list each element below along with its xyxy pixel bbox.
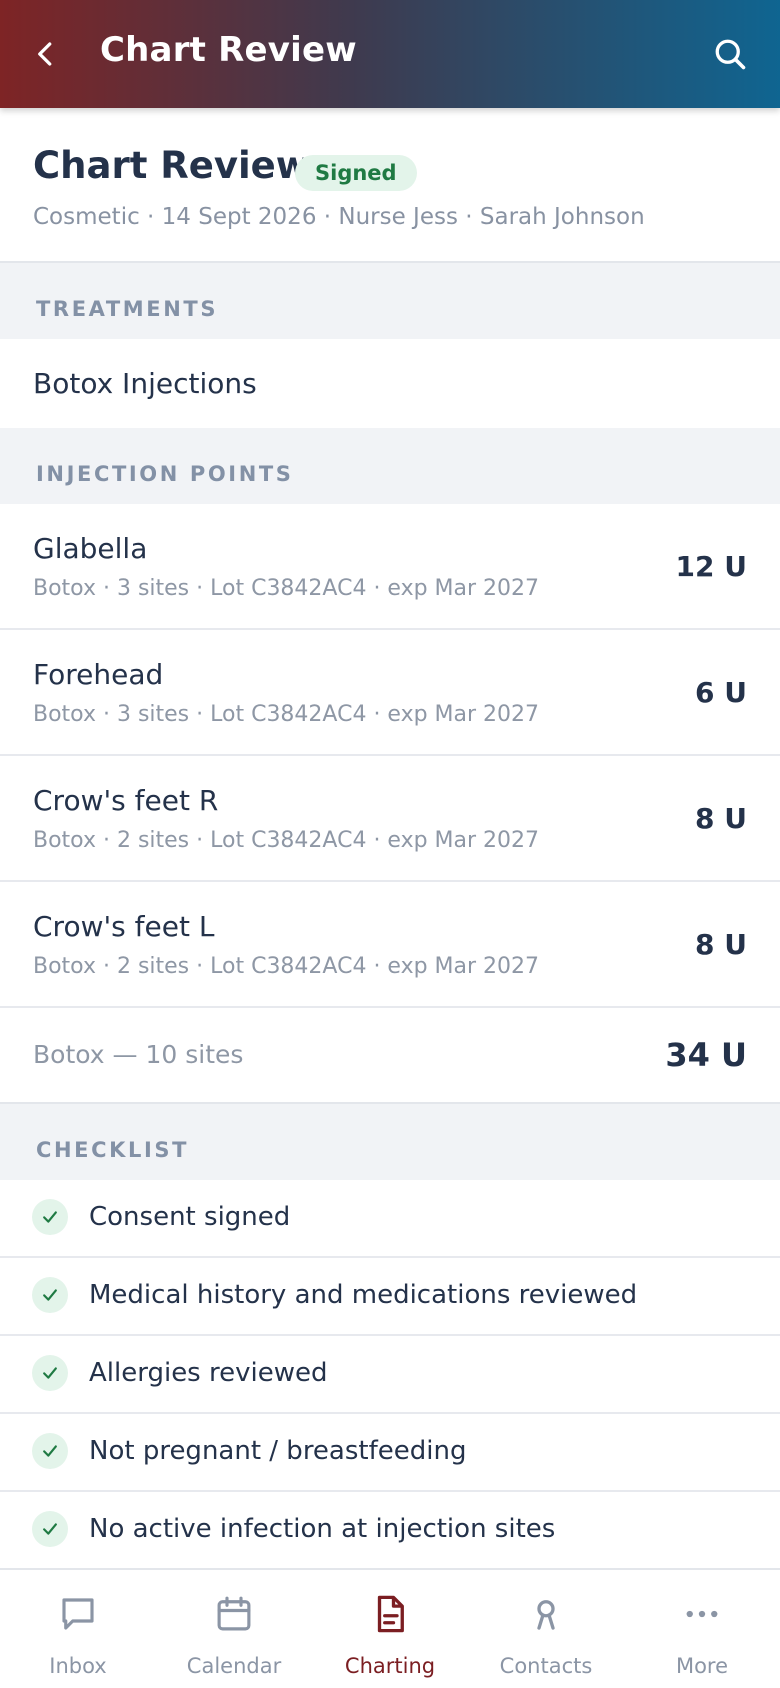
checklist-label: Not pregnant / breastfeeding (89, 1436, 467, 1466)
section-header-treatments: TREATMENTS (0, 263, 780, 339)
nav-calendar[interactable]: Calendar (156, 1570, 312, 1688)
chart-summary: Chart Review Signed Cosmetic · 14 Sept 2… (0, 108, 780, 263)
injection-units: 6 U (695, 676, 747, 709)
back-button[interactable] (18, 26, 74, 82)
injection-total-row: Botox — 10 sites 34 U (0, 1008, 780, 1104)
checklist-item: Not pregnant / breastfeeding (0, 1414, 780, 1492)
nav-label: Inbox (49, 1654, 107, 1678)
bottom-navigation: Inbox Calendar Charting Contacts More (0, 1568, 780, 1688)
more-dots-icon (680, 1592, 724, 1636)
injection-detail: Botox · 3 sites · Lot C3842AC4 · exp Mar… (33, 576, 540, 601)
nav-label: Contacts (499, 1654, 593, 1678)
injection-row[interactable]: Glabella Botox · 3 sites · Lot C3842AC4 … (0, 504, 780, 630)
treatment-item[interactable]: Botox Injections (0, 339, 780, 428)
injection-site: Crow's feet R (33, 784, 219, 817)
checklist-item: Consent signed (0, 1180, 780, 1258)
nav-contacts[interactable]: Contacts (468, 1570, 624, 1688)
injection-detail: Botox · 2 sites · Lot C3842AC4 · exp Mar… (33, 828, 540, 853)
injection-detail: Botox · 2 sites · Lot C3842AC4 · exp Mar… (33, 954, 540, 979)
injection-row[interactable]: Crow's feet L Botox · 2 sites · Lot C384… (0, 882, 780, 1008)
calendar-icon (212, 1592, 256, 1636)
injection-units: 8 U (695, 928, 747, 961)
chart-review-screen: Chart Review Chart Review Signed Cosmeti… (0, 0, 780, 1688)
app-bar-title: Chart Review (100, 30, 357, 70)
injection-site: Glabella (33, 532, 148, 565)
checkmark-icon (32, 1433, 68, 1469)
app-bar: Chart Review (0, 0, 780, 108)
injection-site: Forehead (33, 658, 164, 691)
chevron-left-icon (38, 42, 52, 66)
nav-label: Calendar (186, 1654, 282, 1678)
checklist-label: Medical history and medications reviewed (89, 1280, 638, 1310)
checklist-label: No active infection at injection sites (89, 1514, 556, 1544)
checkmark-icon (32, 1355, 68, 1391)
nav-label: Charting (344, 1654, 436, 1678)
treatment-name: Botox Injections (33, 367, 257, 400)
checkmark-icon (32, 1199, 68, 1235)
nav-more[interactable]: More (624, 1570, 780, 1688)
search-button[interactable] (702, 26, 758, 82)
total-label: Botox — 10 sites (33, 1040, 244, 1069)
checkmark-icon (32, 1277, 68, 1313)
chat-bubble-icon (56, 1592, 100, 1636)
nav-label: More (675, 1654, 729, 1678)
injection-row[interactable]: Crow's feet R Botox · 2 sites · Lot C384… (0, 756, 780, 882)
document-icon (368, 1592, 412, 1636)
injection-row[interactable]: Forehead Botox · 3 sites · Lot C3842AC4 … (0, 630, 780, 756)
nav-inbox[interactable]: Inbox (0, 1570, 156, 1688)
checklist-label: Allergies reviewed (89, 1358, 328, 1388)
page-title: Chart Review (33, 144, 310, 187)
status-badge: Signed (295, 155, 417, 191)
checklist-label: Consent signed (89, 1202, 291, 1232)
section-header-injection-points: INJECTION POINTS (0, 428, 780, 504)
section-header-checklist: CHECKLIST (0, 1104, 780, 1180)
checklist-item: No active infection at injection sites (0, 1492, 780, 1570)
nav-charting[interactable]: Charting (312, 1570, 468, 1688)
person-icon (524, 1592, 568, 1636)
total-units: 34 U (665, 1036, 747, 1074)
injection-units: 12 U (675, 550, 747, 583)
injection-site: Crow's feet L (33, 910, 215, 943)
checklist-item: Medical history and medications reviewed (0, 1258, 780, 1336)
injection-detail: Botox · 3 sites · Lot C3842AC4 · exp Mar… (33, 702, 540, 727)
search-icon (715, 39, 746, 70)
injection-units: 8 U (695, 802, 747, 835)
chart-meta: Cosmetic · 14 Sept 2026 · Nurse Jess · S… (33, 204, 645, 230)
checkmark-icon (32, 1511, 68, 1547)
checklist-item: Allergies reviewed (0, 1336, 780, 1414)
